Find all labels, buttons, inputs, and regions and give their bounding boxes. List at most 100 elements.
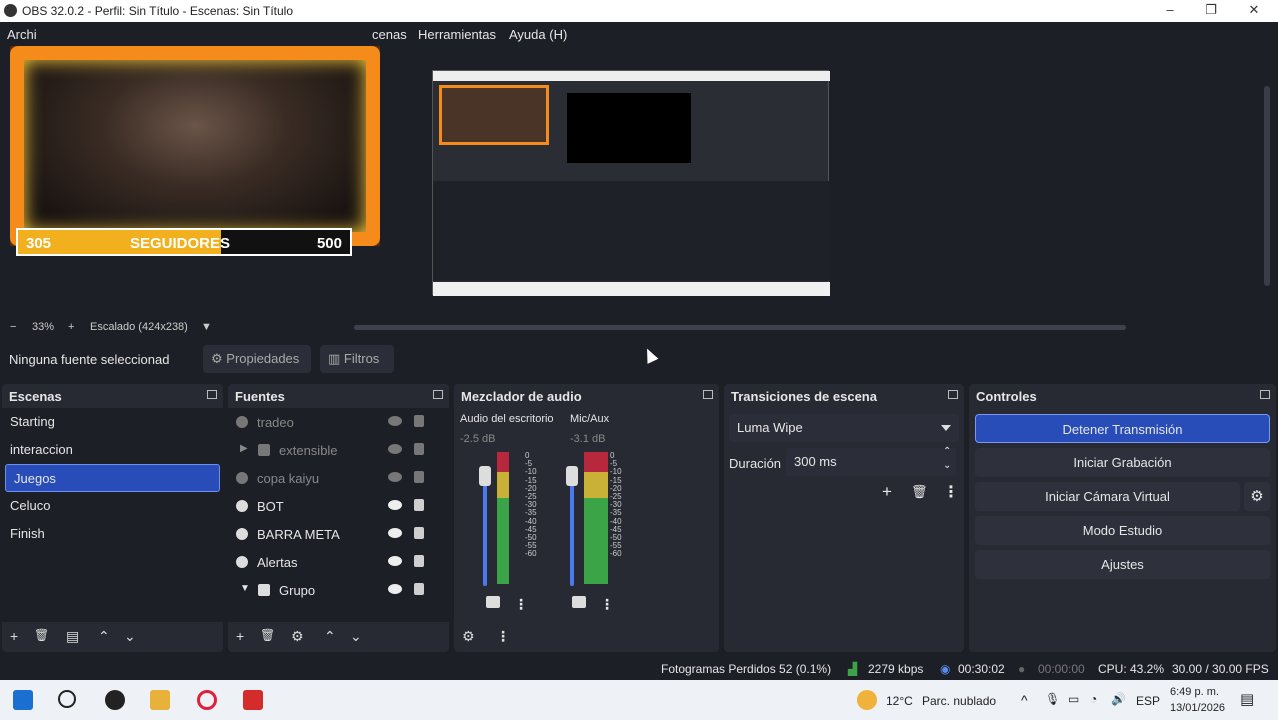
opera-icon[interactable]	[197, 690, 217, 710]
volume-slider-handle[interactable]	[566, 466, 578, 486]
add-scene-button[interactable]: +	[10, 628, 18, 644]
stop-streaming-button[interactable]: Detener Transmisión	[975, 414, 1270, 443]
eye-hidden-icon[interactable]	[388, 444, 402, 454]
move-scene-up-button[interactable]: ⌃	[98, 628, 110, 645]
level-meter-left	[497, 452, 509, 584]
mixer-menu-button[interactable]: ⋮	[496, 628, 510, 645]
source-settings-button[interactable]: ⚙	[291, 628, 304, 645]
preview-canvas[interactable]: 305 SEGUIDORES 500	[0, 46, 1278, 318]
wifi-icon[interactable]: ◔	[1090, 692, 1097, 706]
battery-icon[interactable]: ▭	[1068, 692, 1079, 706]
speaker-icon[interactable]	[572, 596, 586, 608]
windows-start-icon[interactable]	[13, 690, 33, 710]
virtual-camera-settings-button[interactable]: ⚙	[1244, 482, 1270, 511]
app-taskbar-icon[interactable]	[243, 690, 263, 710]
move-scene-down-button[interactable]: ⌄	[124, 628, 136, 645]
lock-icon[interactable]	[414, 527, 424, 539]
volume-slider-handle[interactable]	[479, 466, 491, 486]
lock-icon[interactable]	[414, 555, 424, 567]
speaker-icon[interactable]	[486, 596, 500, 608]
undock-icon[interactable]	[433, 390, 443, 399]
microphone-icon[interactable]: 🎙	[1045, 692, 1060, 706]
volume-icon[interactable]: 🔊	[1111, 692, 1126, 706]
source-item[interactable]: copa kaiyu	[228, 464, 449, 492]
menu-ayuda[interactable]: Ayuda (H)	[509, 27, 567, 42]
fps: 30.00 / 30.00 FPS	[1172, 662, 1269, 676]
preview-vertical-scrollbar[interactable]	[1264, 86, 1270, 286]
start-recording-button[interactable]: Iniciar Grabación	[975, 448, 1270, 477]
source-item[interactable]: BOT	[228, 492, 449, 520]
scaling-dropdown-arrow[interactable]: ▼	[201, 321, 212, 333]
undock-icon[interactable]	[1260, 390, 1270, 399]
lock-icon[interactable]	[414, 471, 424, 483]
channel-menu-button[interactable]: ⋮	[514, 596, 528, 613]
maximize-button[interactable]: ❐	[1199, 2, 1223, 18]
source-label: BOT	[257, 499, 284, 514]
clock-time[interactable]: 6:49 p. m.	[1170, 686, 1219, 698]
lock-icon[interactable]	[414, 583, 424, 595]
lock-icon[interactable]	[414, 415, 424, 427]
scene-item[interactable]: Juegos	[5, 464, 220, 492]
start-virtual-camera-button[interactable]: Iniciar Cámara Virtual	[975, 482, 1240, 511]
source-item[interactable]: Alertas	[228, 548, 449, 576]
lock-icon[interactable]	[414, 499, 424, 511]
menu-herramientas[interactable]: Herramientas	[418, 27, 496, 42]
remove-source-button[interactable]: 🗑	[260, 628, 275, 642]
zoom-out-button[interactable]: −	[10, 321, 16, 333]
scene-item[interactable]: interaccion	[2, 436, 223, 464]
notifications-icon[interactable]: ▤	[1240, 690, 1254, 708]
source-item[interactable]: BARRA META	[228, 520, 449, 548]
studio-mode-button[interactable]: Modo Estudio	[975, 516, 1270, 545]
expand-toggle-icon[interactable]: ▶	[240, 443, 248, 454]
file-explorer-icon[interactable]	[150, 690, 170, 710]
expand-toggle-icon[interactable]: ▼	[240, 583, 250, 594]
source-label: Grupo	[279, 583, 316, 598]
duration-up-button[interactable]: ⌃	[943, 446, 951, 457]
add-transition-button[interactable]: +	[882, 482, 892, 502]
filters-button[interactable]: ▥ Filtros	[320, 345, 394, 373]
scene-item[interactable]: Finish	[2, 520, 223, 548]
scene-item[interactable]: Starting	[2, 408, 223, 436]
eye-icon[interactable]	[388, 500, 402, 510]
menu-archivo[interactable]: Archi	[7, 27, 37, 42]
cpu-usage: CPU: 43.2%	[1098, 662, 1165, 676]
duration-input[interactable]: 300 ms	[786, 448, 956, 476]
eye-icon[interactable]	[388, 528, 402, 538]
undock-icon[interactable]	[703, 390, 713, 399]
properties-button[interactable]: ⚙ Propiedades	[203, 345, 311, 373]
remove-transition-button[interactable]: 🗑	[911, 484, 928, 500]
remove-scene-button[interactable]: 🗑	[34, 628, 49, 642]
duration-down-button[interactable]: ⌄	[943, 460, 951, 471]
eye-hidden-icon[interactable]	[388, 416, 402, 426]
source-item[interactable]: tradeo	[228, 408, 449, 436]
mixer-settings-button[interactable]: ⚙	[462, 628, 475, 645]
minimize-button[interactable]: –	[1158, 2, 1182, 17]
lock-icon[interactable]	[414, 443, 424, 455]
zoom-in-button[interactable]: +	[68, 321, 74, 333]
close-button[interactable]: ✕	[1242, 2, 1266, 18]
channel-menu-button[interactable]: ⋮	[600, 596, 614, 613]
scene-filter-button[interactable]: ▤	[66, 628, 79, 645]
settings-button[interactable]: Ajustes	[975, 550, 1270, 579]
move-source-up-button[interactable]: ⌃	[324, 628, 336, 645]
preview-horizontal-scrollbar[interactable]	[354, 325, 1126, 330]
undock-icon[interactable]	[207, 390, 217, 399]
obs-taskbar-icon[interactable]	[105, 690, 125, 710]
source-item[interactable]: ▶ extensible	[228, 436, 449, 464]
add-source-button[interactable]: +	[236, 628, 244, 644]
move-source-down-button[interactable]: ⌄	[350, 628, 362, 645]
transition-select[interactable]: Luma Wipe	[729, 414, 959, 442]
scene-item[interactable]: Celuco	[2, 492, 223, 520]
eye-hidden-icon[interactable]	[388, 472, 402, 482]
undock-icon[interactable]	[948, 390, 958, 399]
source-item[interactable]: ▼ Grupo	[228, 576, 449, 604]
language-indicator[interactable]: ESP	[1136, 694, 1160, 708]
show-hidden-icons-button[interactable]: ^	[1021, 692, 1028, 708]
eye-icon[interactable]	[388, 584, 402, 594]
clock-date[interactable]: 13/01/2026	[1170, 702, 1225, 714]
menu-escenas[interactable]: cenas	[372, 27, 407, 42]
transition-menu-button[interactable]: ⋮	[943, 482, 959, 502]
search-icon[interactable]	[58, 690, 76, 708]
eye-icon[interactable]	[388, 556, 402, 566]
source-label: extensible	[279, 443, 338, 458]
